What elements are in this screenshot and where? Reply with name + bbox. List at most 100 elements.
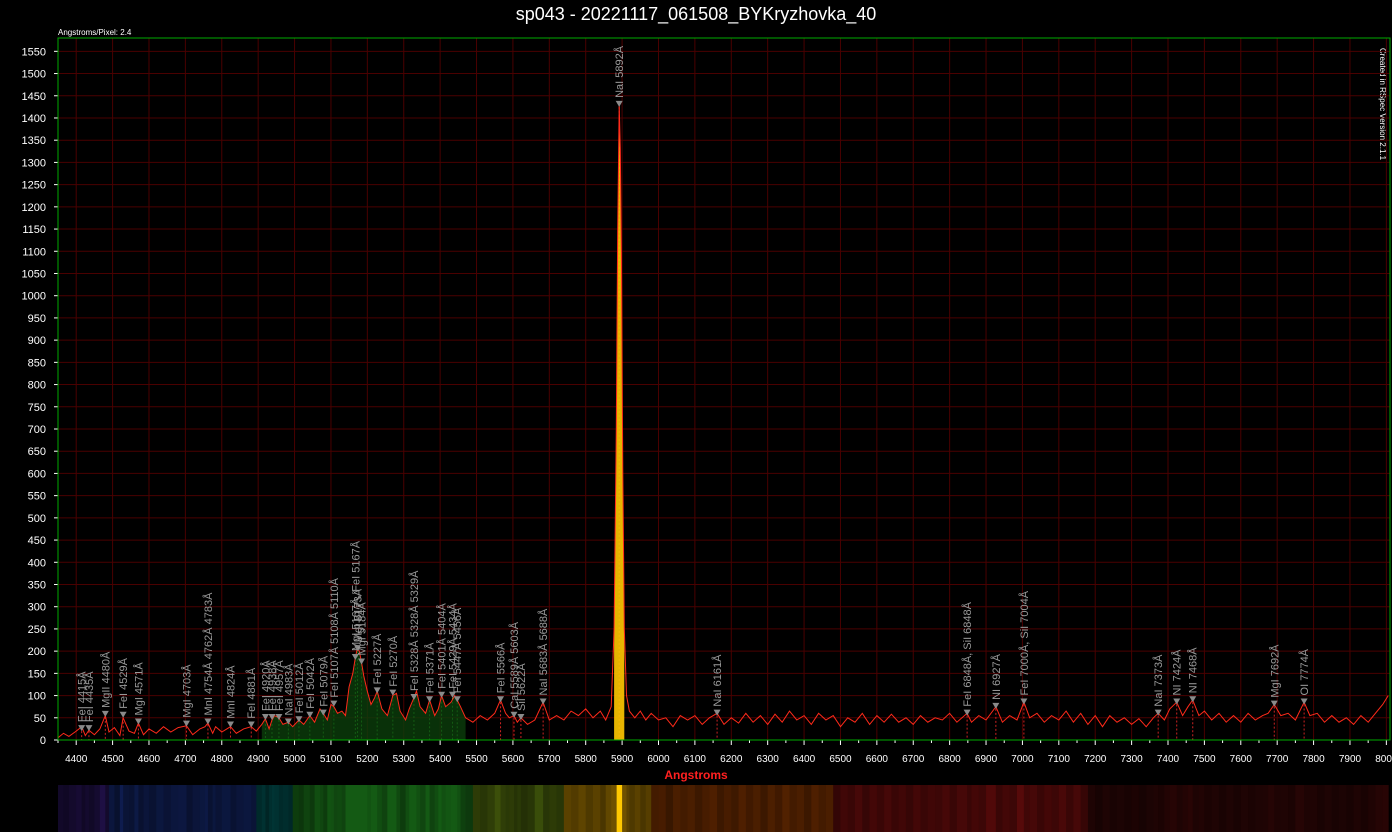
strip-segment	[634, 785, 641, 832]
annotation-label: MgI 5184Å	[356, 602, 369, 656]
x-tick-label: 7300	[1120, 754, 1143, 765]
y-tick-label: 500	[28, 513, 46, 525]
strip-segment	[119, 785, 124, 832]
strip-segment	[509, 785, 515, 832]
strip-segment	[138, 785, 145, 832]
strip-segment	[1073, 785, 1082, 832]
strip-segment	[441, 785, 447, 832]
y-tick-label: 1050	[22, 268, 46, 280]
strip-segment	[1248, 785, 1256, 832]
strip-segment	[99, 785, 106, 832]
strip-segment	[487, 785, 496, 832]
strip-segment	[629, 785, 636, 832]
strip-segment	[1131, 785, 1140, 832]
strip-segment	[585, 785, 594, 832]
y-tick-label: 1100	[22, 246, 46, 258]
strip-segment	[1051, 785, 1060, 832]
y-tick-label: 150	[28, 668, 46, 680]
strip-segment	[1218, 785, 1227, 832]
x-tick-label: 6300	[757, 754, 780, 765]
x-tick-label: 6400	[793, 754, 816, 765]
strip-segment	[341, 785, 347, 832]
annotation-marker	[438, 691, 446, 698]
strip-segment	[1255, 785, 1264, 832]
y-tick-label: 650	[28, 446, 46, 458]
strip-segment	[212, 785, 217, 832]
y-tick-label: 300	[28, 602, 46, 614]
strip-segment	[1360, 785, 1369, 832]
x-tick-label: 5700	[538, 754, 561, 765]
x-tick-label: 4500	[101, 754, 124, 765]
annotation-label: MgII 4480Å	[99, 651, 112, 708]
strip-segment	[680, 785, 689, 832]
strip-segment	[745, 785, 754, 832]
strip-segment	[269, 785, 273, 832]
strip-segment	[256, 785, 263, 832]
strip-segment	[363, 785, 368, 832]
annotation-label: NaI 7373Å	[1152, 654, 1165, 707]
strip-segment	[927, 785, 936, 832]
annotation-marker	[119, 711, 127, 718]
annotation-label: MnI 4824Å	[225, 665, 238, 719]
strip-segment	[611, 785, 615, 832]
strip-segment	[298, 785, 305, 832]
strip-segment	[658, 785, 667, 832]
annotation-label: MgI 4703Å	[180, 664, 193, 718]
strip-segment	[500, 785, 507, 832]
strip-segment	[760, 785, 769, 832]
strip-segment	[967, 785, 972, 832]
strip-segment	[178, 785, 187, 832]
annotation-marker	[306, 711, 314, 718]
strip-segment	[1009, 785, 1018, 832]
annotation-label: FeI 5270Å	[387, 635, 400, 686]
y-tick-label: 1400	[22, 113, 46, 125]
y-tick-label: 400	[28, 557, 46, 569]
strip-segment	[505, 785, 510, 832]
strip-segment	[1233, 785, 1242, 832]
strip-segment	[425, 785, 431, 832]
annotation-label: NI 6927Å	[990, 653, 1003, 700]
strip-segment	[1138, 785, 1147, 832]
strip-segment	[731, 785, 740, 832]
strip-segment	[349, 785, 354, 832]
annotation-marker	[1189, 696, 1197, 703]
strip-segment	[472, 785, 481, 832]
strip-segment	[1029, 785, 1038, 832]
strip-segment	[651, 785, 659, 832]
strip-segment	[221, 785, 232, 832]
strip-segment	[1192, 785, 1200, 832]
strip-segment	[1295, 785, 1305, 832]
strip-segment	[63, 785, 70, 832]
strip-segment	[1109, 785, 1118, 832]
x-tick-label: 7200	[1084, 754, 1107, 765]
strip-segment	[1102, 785, 1111, 832]
strip-segment	[314, 785, 321, 832]
strip-segment	[327, 785, 332, 832]
strip-segment	[1339, 785, 1347, 832]
y-tick-label: 700	[28, 424, 46, 436]
annotation-marker	[1154, 709, 1162, 716]
strip-segment	[76, 785, 83, 832]
y-tick-label: 950	[28, 313, 46, 325]
x-tick-label: 7000	[1011, 754, 1034, 765]
strip-segment	[1204, 785, 1213, 832]
strip-segment	[942, 785, 951, 832]
strip-segment	[665, 785, 674, 832]
annotation-marker	[517, 714, 525, 721]
strip-segment	[840, 785, 849, 832]
strip-segment	[1262, 785, 1269, 832]
strip-segment	[804, 785, 812, 832]
y-tick-label: 100	[28, 691, 46, 703]
strip-segment	[605, 785, 612, 832]
strip-segment	[767, 785, 776, 832]
y-tick-label: 750	[28, 402, 46, 414]
strip-segment	[789, 785, 798, 832]
spectrum-line	[57, 104, 1389, 739]
y-tick-label: 800	[28, 380, 46, 392]
strip-segment	[381, 785, 388, 832]
strip-segment	[935, 785, 943, 832]
strip-segment	[1146, 785, 1154, 832]
annotation-label: MnI 4754Å 4762Å 4783Å	[202, 592, 215, 716]
strip-segment	[847, 785, 856, 832]
annotation-label: NI 7424Å	[1171, 649, 1184, 696]
